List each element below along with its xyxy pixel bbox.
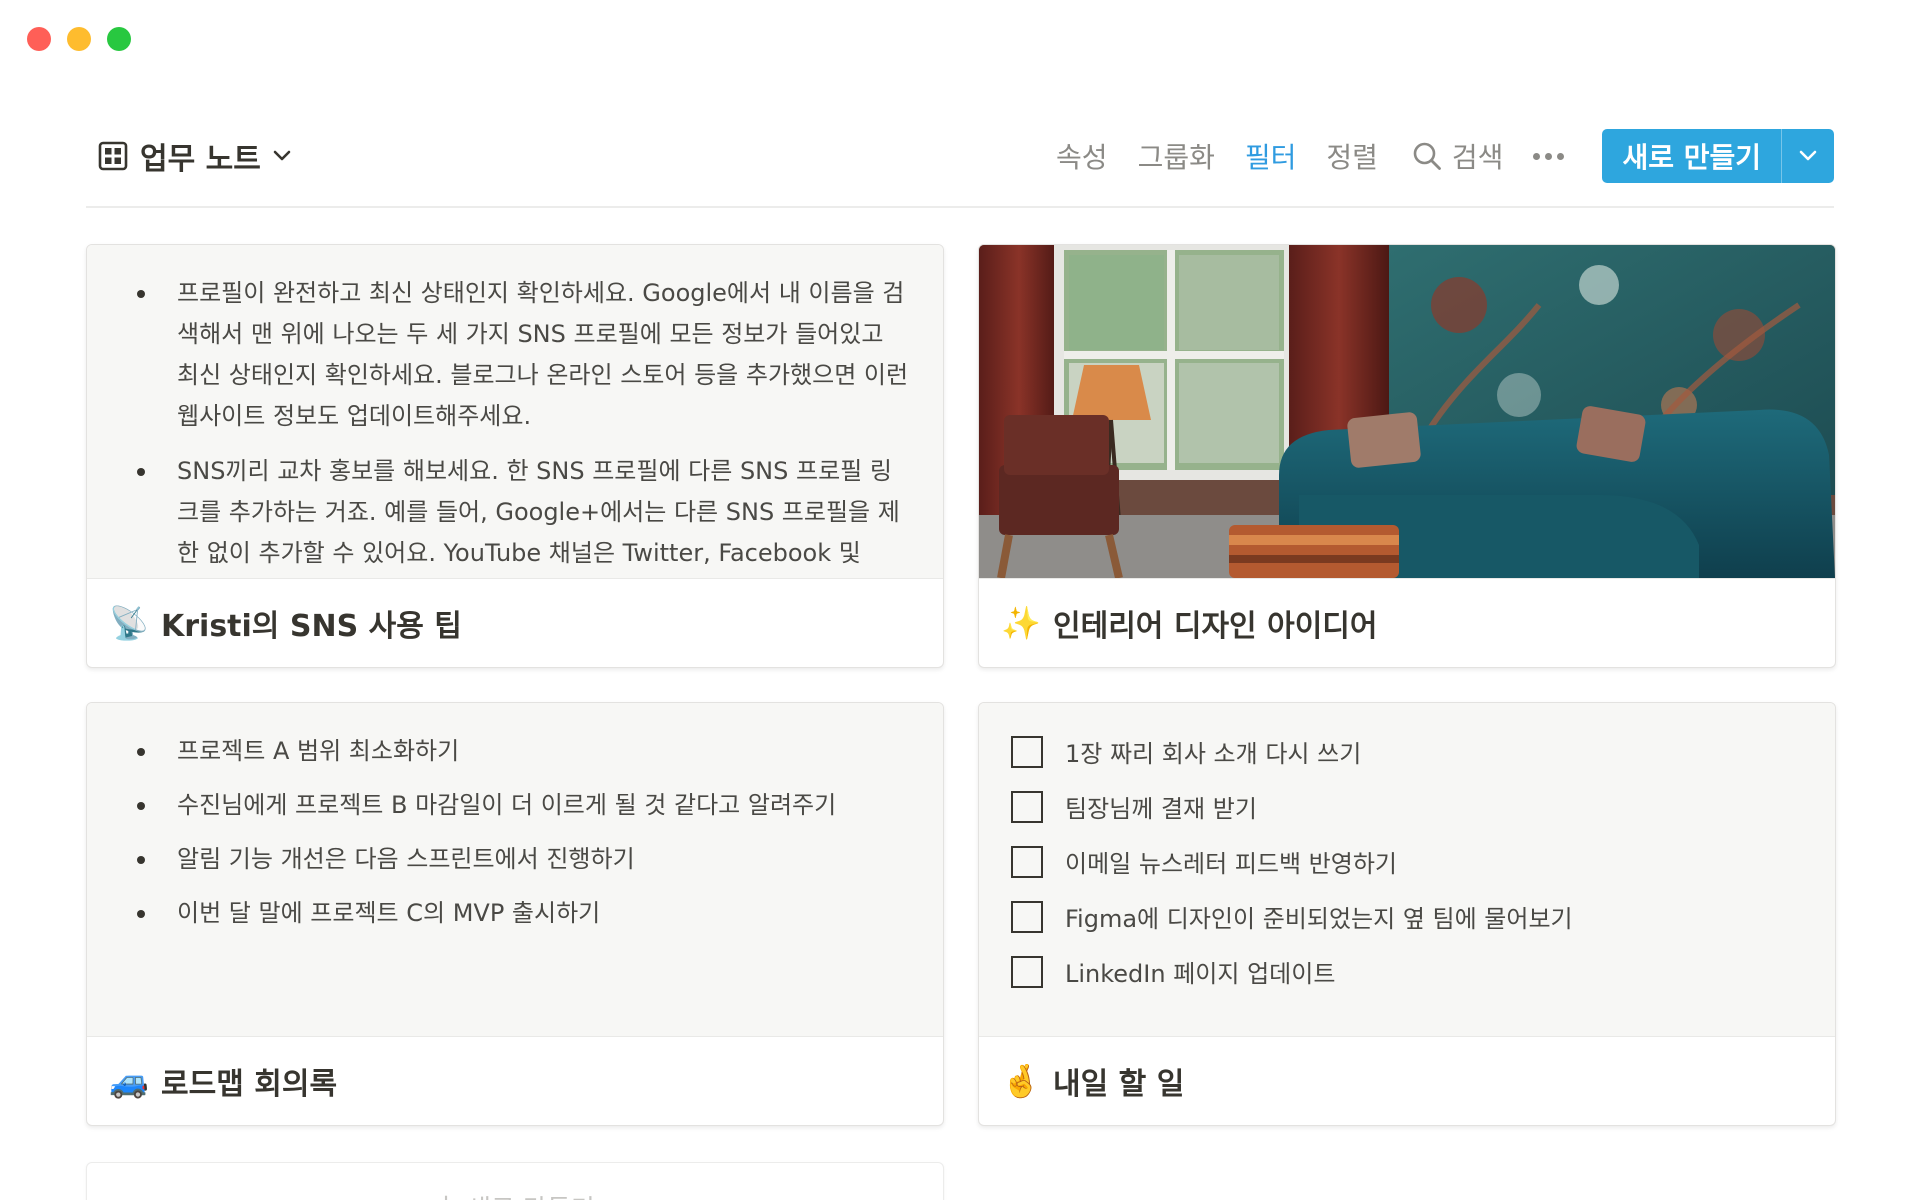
sort-button[interactable]: 정렬 <box>1326 136 1378 176</box>
search-icon <box>1413 142 1441 170</box>
gallery-card-sns-tips[interactable]: 프로필이 완전하고 최신 상태인지 확인하세요. Google에서 내 이름을 … <box>86 244 944 668</box>
card-preview: 1장 짜리 회사 소개 다시 쓰기 팀장님께 결재 받기 이메일 뉴스레터 피드… <box>979 703 1835 1036</box>
list-item: 프로필이 완전하고 최신 상태인지 확인하세요. Google에서 내 이름을 … <box>137 273 913 437</box>
gallery-card-interior-design[interactable]: ✨ 인테리어 디자인 아이디어 <box>978 244 1836 668</box>
gallery-card-roadmap-notes[interactable]: 프로젝트 A 범위 최소화하기 수진님에게 프로젝트 B 마감일이 더 이르게 … <box>86 702 944 1126</box>
toolbar-divider <box>86 206 1834 208</box>
list-item: 이번 달 말에 프로젝트 C의 MVP 출시하기 <box>137 893 913 934</box>
properties-button[interactable]: 속성 <box>1056 136 1108 176</box>
gallery-card-tomorrow-todo[interactable]: 1장 짜리 회사 소개 다시 쓰기 팀장님께 결재 받기 이메일 뉴스레터 피드… <box>978 702 1836 1126</box>
card-title: 인테리어 디자인 아이디어 <box>1053 609 1378 644</box>
toolbar-actions: 속성 그룹화 필터 정렬 검색 새로 만들기 <box>1026 129 1834 183</box>
todo-item: 이메일 뉴스레터 피드백 반영하기 <box>1011 841 1805 882</box>
zoom-window-button[interactable] <box>107 27 131 51</box>
card-footer: ✨ 인테리어 디자인 아이디어 <box>979 578 1835 667</box>
satellite-dish-icon: 📡 <box>109 604 149 642</box>
list-item: SNS끼리 교차 홍보를 해보세요. 한 SNS 프로필에 다른 SNS 프로필… <box>137 451 913 574</box>
card-footer: 🚙 로드맵 회의록 <box>87 1036 943 1125</box>
list-item: 알림 기능 개선은 다음 스프린트에서 진행하기 <box>137 839 913 880</box>
filter-button[interactable]: 필터 <box>1245 136 1297 176</box>
view-switcher[interactable]: 업무 노트 <box>86 134 291 178</box>
card-footer: 🤞 내일 할 일 <box>979 1036 1835 1125</box>
add-card-label: 새로 만들기 <box>467 1189 595 1200</box>
app-window: 업무 노트 속성 그룹화 필터 정렬 검색 새로 만들기 프로필이 완전하고 최… <box>0 0 1920 1200</box>
search-label: 검색 <box>1451 141 1504 174</box>
card-cover-image <box>979 245 1835 578</box>
card-preview: 프로필이 완전하고 최신 상태인지 확인하세요. Google에서 내 이름을 … <box>87 245 943 578</box>
new-button-dropdown[interactable] <box>1782 129 1834 183</box>
card-title: Kristi의 SNS 사용 팁 <box>161 609 462 644</box>
search-button[interactable]: 검색 <box>1412 136 1504 176</box>
window-controls <box>27 27 131 51</box>
todo-label: 1장 짜리 회사 소개 다시 쓰기 <box>1065 740 1362 768</box>
todo-label: 이메일 뉴스레터 피드백 반영하기 <box>1065 850 1398 878</box>
checkbox[interactable] <box>1011 845 1043 878</box>
checkbox[interactable] <box>1011 955 1043 988</box>
card-title: 로드맵 회의록 <box>161 1067 338 1102</box>
minimize-window-button[interactable] <box>67 27 91 51</box>
crossed-fingers-icon: 🤞 <box>1001 1062 1041 1100</box>
todo-item: Figma에 디자인이 준비되었는지 옆 팀에 물어보기 <box>1011 896 1805 937</box>
plus-icon: + <box>435 1189 457 1200</box>
bullet-list: 프로필이 완전하고 최신 상태인지 확인하세요. Google에서 내 이름을 … <box>87 245 943 574</box>
card-footer: 📡 Kristi의 SNS 사용 팁 <box>87 578 943 667</box>
add-new-card-button[interactable]: + 새로 만들기 <box>86 1162 944 1200</box>
checkbox[interactable] <box>1011 900 1043 933</box>
car-icon: 🚙 <box>109 1062 149 1100</box>
card-preview: 프로젝트 A 범위 최소화하기 수진님에게 프로젝트 B 마감일이 더 이르게 … <box>87 703 943 1036</box>
view-title: 업무 노트 <box>140 142 261 177</box>
more-options-icon[interactable] <box>1533 152 1565 160</box>
todo-item: LinkedIn 페이지 업데이트 <box>1011 951 1805 992</box>
todo-label: LinkedIn 페이지 업데이트 <box>1065 960 1336 988</box>
todo-label: Figma에 디자인이 준비되었는지 옆 팀에 물어보기 <box>1065 905 1573 933</box>
group-button[interactable]: 그룹화 <box>1138 136 1215 176</box>
checkbox[interactable] <box>1011 735 1043 768</box>
list-item: 수진님에게 프로젝트 B 마감일이 더 이르게 될 것 같다고 알려주기 <box>137 785 913 826</box>
database-toolbar: 업무 노트 속성 그룹화 필터 정렬 검색 새로 만들기 <box>86 126 1834 186</box>
gallery-view-icon <box>98 141 128 171</box>
living-room-photo <box>979 245 1835 578</box>
close-window-button[interactable] <box>27 27 51 51</box>
todo-item: 1장 짜리 회사 소개 다시 쓰기 <box>1011 731 1805 772</box>
todo-item: 팀장님께 결재 받기 <box>1011 786 1805 827</box>
checkbox[interactable] <box>1011 790 1043 823</box>
new-button[interactable]: 새로 만들기 <box>1602 129 1781 183</box>
new-button-group: 새로 만들기 <box>1602 129 1834 183</box>
list-item: 프로젝트 A 범위 최소화하기 <box>137 731 913 772</box>
sparkles-icon: ✨ <box>1001 604 1041 642</box>
chevron-down-icon <box>1799 150 1817 161</box>
bullet-list: 프로젝트 A 범위 최소화하기 수진님에게 프로젝트 B 마감일이 더 이르게 … <box>87 703 943 934</box>
todo-label: 팀장님께 결재 받기 <box>1065 795 1257 823</box>
todo-list: 1장 짜리 회사 소개 다시 쓰기 팀장님께 결재 받기 이메일 뉴스레터 피드… <box>979 703 1835 992</box>
card-title: 내일 할 일 <box>1053 1067 1185 1102</box>
chevron-down-icon <box>273 150 291 161</box>
